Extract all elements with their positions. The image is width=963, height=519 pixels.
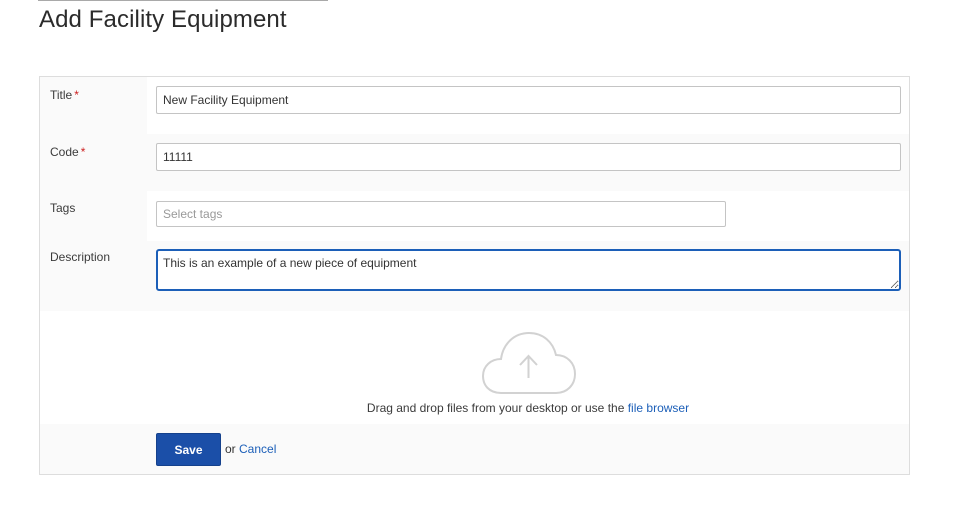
code-row: Code *: [40, 134, 909, 191]
cloud-upload-icon: [481, 331, 576, 394]
tags-row: Tags: [40, 191, 909, 241]
actions-label-cell: [40, 424, 147, 474]
dropzone-instruction: Drag and drop files from your desktop or…: [366, 401, 625, 415]
file-browser-link[interactable]: file browser: [628, 401, 689, 415]
code-input[interactable]: [156, 143, 901, 171]
dropzone-text: Drag and drop files from your desktop or…: [40, 401, 909, 415]
title-input[interactable]: [156, 86, 901, 114]
title-label-cell: Title *: [40, 77, 147, 134]
save-button[interactable]: Save: [156, 433, 221, 466]
equipment-form: Title* Code* Tags Description This is an…: [39, 76, 910, 475]
code-required-mark: *: [80, 145, 86, 159]
description-row: Description This is an example of a new …: [40, 241, 909, 311]
code-label-text: Code: [50, 145, 79, 159]
code-label-cell: Code *: [40, 134, 147, 191]
or-text: or: [225, 442, 236, 456]
description-field-cell: This is an example of a new piece of equ…: [147, 241, 909, 311]
tags-field-cell: [147, 191, 909, 241]
tags-label: Tags: [50, 201, 76, 215]
title-label: Title *: [50, 88, 79, 102]
title-row: Title *: [40, 77, 909, 134]
title-label-text: Title: [50, 88, 73, 102]
description-label: Description: [50, 250, 111, 264]
page-title: Add Facility Equipment: [39, 6, 287, 33]
tags-select-input[interactable]: [156, 201, 726, 227]
code-label: Code *: [50, 145, 85, 159]
top-divider: [38, 0, 328, 1]
code-field-cell: [147, 134, 909, 191]
title-required-mark: *: [74, 88, 79, 102]
title-field-cell: [147, 77, 909, 134]
tags-label-cell: Tags: [40, 191, 147, 241]
description-textarea[interactable]: This is an example of a new piece of equ…: [156, 249, 901, 291]
cancel-link[interactable]: Cancel: [239, 442, 276, 456]
description-label-cell: Description: [40, 241, 147, 311]
